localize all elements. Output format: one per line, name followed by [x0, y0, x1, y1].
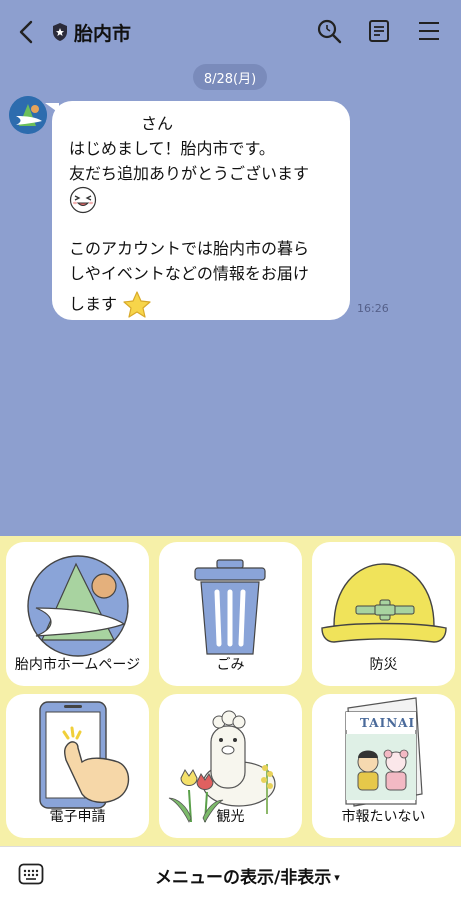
message-line: はじめまして！胎内市です。 — [69, 139, 275, 158]
chevron-left-icon[interactable] — [16, 18, 38, 46]
message-line: 友だち追加ありがとうございます — [69, 164, 310, 183]
menu-item-label: 電子申請 — [49, 809, 106, 825]
message-line: このアカウントでは胎内市の暮ら — [69, 239, 310, 258]
notes-icon[interactable] — [366, 18, 392, 44]
caret-down-icon: ▾ — [334, 871, 340, 884]
menu-item-label: 市報たいない — [341, 809, 426, 825]
menu-item-newsletter[interactable]: TAINAI 市報たいない — [312, 694, 455, 838]
message-text: します — [69, 294, 118, 314]
menu-item-disaster-prevention[interactable]: 防災 — [312, 542, 455, 686]
chat-title: 胎内市 — [74, 23, 132, 45]
menu-item-label: 防災 — [369, 657, 398, 673]
menu-item-tourism[interactable]: 観光 — [159, 694, 302, 838]
message-timestamp: 16:26 — [357, 302, 389, 315]
laughing-face-emoji — [69, 186, 97, 214]
avatar[interactable] — [9, 96, 47, 134]
menu-toggle-button[interactable]: メニューの表示/非表示 ▾ — [155, 863, 340, 888]
message-line: しやイベントなどの情報をお届け — [69, 264, 309, 283]
newsletter-cover-title: TAINAI — [360, 716, 416, 730]
menu-item-label: 観光 — [216, 809, 245, 825]
keyboard-icon[interactable] — [18, 863, 44, 885]
message-line: します — [69, 290, 336, 318]
message-line — [69, 186, 336, 218]
menu-item-garbage[interactable]: ごみ — [159, 542, 302, 686]
bottom-bar: メニューの表示/非表示 ▾ — [0, 846, 461, 901]
menu-toggle-label: メニューの表示/非表示 — [155, 868, 332, 888]
chat-header: 胎内市 — [0, 0, 461, 64]
message-bubble[interactable]: さん はじめまして！胎内市です。 友だち追加ありがとうございます このアカウント… — [45, 101, 350, 320]
city-logo-icon — [9, 96, 47, 134]
message-line — [69, 218, 336, 236]
menu-item-label: ごみ — [216, 657, 245, 673]
star-emoji — [123, 291, 151, 318]
search-icon[interactable] — [316, 18, 342, 44]
message-line: さん — [141, 114, 174, 133]
shield-icon — [53, 23, 67, 41]
date-separator: 8/28(月) — [193, 64, 267, 90]
hamburger-menu-icon[interactable] — [416, 18, 442, 44]
menu-item-label: 胎内市ホームページ — [14, 657, 141, 673]
menu-item-homepage[interactable]: 胎内市ホームページ — [6, 542, 149, 686]
rich-menu: 胎内市ホームページ ごみ 防災 電子申請 観光 TAINAI 市報たいない — [0, 536, 461, 846]
menu-item-e-application[interactable]: 電子申請 — [6, 694, 149, 838]
